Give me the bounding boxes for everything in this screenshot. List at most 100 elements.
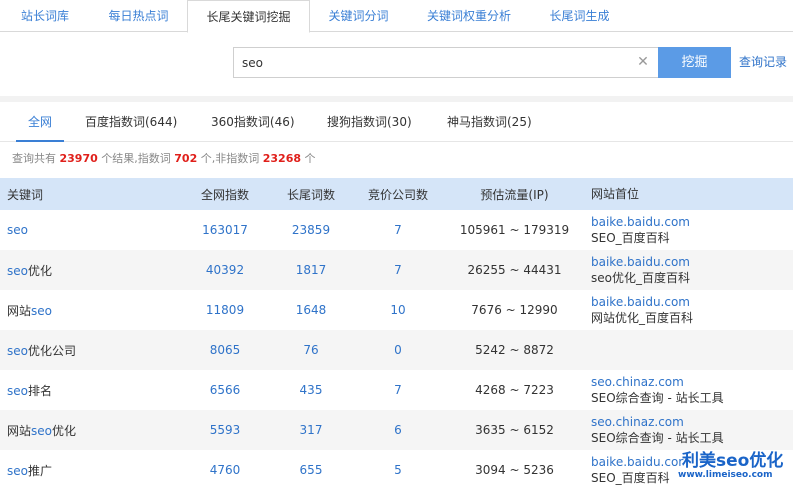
- subtab-shenma-index[interactable]: 神马指数词(25): [447, 102, 532, 142]
- keyword-cell[interactable]: seo: [0, 210, 182, 250]
- bidding-companies[interactable]: 10: [354, 290, 442, 330]
- summary-prefix: 查询共有: [12, 152, 56, 165]
- col-header-index[interactable]: 全网指数: [182, 178, 268, 210]
- table-header-row: 关键词 全网指数 长尾词数 竞价公司数 预估流量(IP) 网站首位: [0, 178, 793, 210]
- keyword-highlight[interactable]: seo: [7, 223, 28, 237]
- tab-longtail-generator[interactable]: 长尾词生成: [531, 0, 628, 32]
- tab-keyword-segmentation[interactable]: 关键词分词: [310, 0, 407, 32]
- table-row: 网站seo 11809 1648 10 7676 ~ 12990 baike.baidu.…: [0, 290, 793, 330]
- top-site-domain[interactable]: baike.baidu.com: [591, 254, 793, 270]
- clear-icon[interactable]: ✕: [636, 54, 650, 70]
- col-header-estimated-traffic[interactable]: 预估流量(IP): [442, 178, 587, 210]
- longtail-count[interactable]: 435: [268, 370, 354, 410]
- index-value[interactable]: 6566: [182, 370, 268, 410]
- bidding-companies[interactable]: 0: [354, 330, 442, 370]
- top-site-cell: seo.chinaz.com SEO综合查询 - 站长工具: [587, 370, 793, 410]
- table-row: seo推广 4760 655 5 3094 ~ 5236 baike.baidu.com S…: [0, 450, 793, 486]
- table-row: seo排名 6566 435 7 4268 ~ 7223 seo.chinaz.com SE…: [0, 370, 793, 410]
- estimated-traffic: 26255 ~ 44431: [442, 250, 587, 290]
- table-row: seo优化公司 8065 76 0 5242 ~ 8872: [0, 330, 793, 370]
- index-value[interactable]: 40392: [182, 250, 268, 290]
- top-site-title: seo优化_百度百科: [591, 271, 690, 285]
- keyword-highlight[interactable]: seo: [7, 464, 28, 478]
- summary-mid1: 个结果,指数词: [101, 152, 171, 165]
- tab-daily-hot-words[interactable]: 每日热点词: [90, 0, 187, 32]
- top-site-domain[interactable]: seo.chinaz.com: [591, 414, 793, 430]
- subtab-sogou-index[interactable]: 搜狗指数词(30): [327, 102, 412, 142]
- table-row: 网站seo优化 5593 317 6 3635 ~ 6152 seo.chinaz.com…: [0, 410, 793, 450]
- subtab-360-index[interactable]: 360指数词(46): [211, 102, 295, 142]
- keyword-cell[interactable]: seo优化公司: [0, 330, 182, 370]
- keyword-cell[interactable]: seo优化: [0, 250, 182, 290]
- top-site-domain[interactable]: baike.baidu.com: [591, 454, 793, 470]
- keyword-table: 关键词 全网指数 长尾词数 竞价公司数 预估流量(IP) 网站首位 seo 163…: [0, 178, 793, 486]
- keyword-suffix: 优化: [27, 263, 52, 278]
- mine-button[interactable]: 挖掘: [658, 47, 731, 78]
- summary-suffix: 个: [304, 152, 316, 165]
- col-header-top-site: 网站首位: [587, 178, 793, 210]
- top-site-title: SEO综合查询 - 站长工具: [591, 391, 724, 405]
- keyword-cell[interactable]: seo排名: [0, 370, 182, 410]
- summary-mid2: 个,非指数词: [200, 152, 260, 165]
- subtab-baidu-index[interactable]: 百度指数词(644): [85, 102, 177, 142]
- top-site-cell: baike.baidu.com SEO_百度百科: [587, 210, 793, 250]
- total-results-count: 23970: [59, 152, 98, 165]
- query-history-link[interactable]: 查询记录: [739, 47, 787, 78]
- keyword-prefix: 网站: [7, 303, 32, 318]
- keyword-suffix: 排名: [27, 383, 52, 398]
- longtail-count[interactable]: 1648: [268, 290, 354, 330]
- keyword-suffix: 优化公司: [27, 343, 76, 358]
- longtail-count[interactable]: 317: [268, 410, 354, 450]
- longtail-count[interactable]: 23859: [268, 210, 354, 250]
- keyword-cell[interactable]: 网站seo优化: [0, 410, 182, 450]
- keyword-prefix: 网站: [7, 423, 32, 438]
- top-site-cell: baike.baidu.com seo优化_百度百科: [587, 250, 793, 290]
- top-site-title: SEO_百度百科: [591, 231, 670, 245]
- tab-longtail-mining[interactable]: 长尾关键词挖掘: [187, 0, 310, 33]
- subtab-all[interactable]: 全网: [16, 102, 65, 142]
- longtail-count[interactable]: 1817: [268, 250, 354, 290]
- estimated-traffic: 3635 ~ 6152: [442, 410, 587, 450]
- top-site-domain[interactable]: baike.baidu.com: [591, 214, 793, 230]
- bidding-companies[interactable]: 7: [354, 250, 442, 290]
- col-header-longtail-count[interactable]: 长尾词数: [268, 178, 354, 210]
- table-row: seo 163017 23859 7 105961 ~ 179319 baike.baid…: [0, 210, 793, 250]
- index-value[interactable]: 4760: [182, 450, 268, 486]
- estimated-traffic: 3094 ~ 5236: [475, 463, 554, 477]
- longtail-count[interactable]: 655: [268, 450, 354, 486]
- keyword-cell[interactable]: 网站seo: [0, 290, 182, 330]
- bidding-companies[interactable]: 5: [354, 450, 442, 486]
- keyword-highlight[interactable]: seo: [7, 264, 28, 278]
- index-value[interactable]: 5593: [182, 410, 268, 450]
- top-site-domain[interactable]: seo.chinaz.com: [591, 374, 793, 390]
- keyword-highlight[interactable]: seo: [31, 304, 52, 318]
- top-site-title: 网站优化_百度百科: [591, 311, 694, 325]
- bidding-companies[interactable]: 6: [354, 410, 442, 450]
- top-site-cell: baike.baidu.com SEO_百度百科: [587, 450, 793, 486]
- top-site-title: SEO_百度百科: [591, 471, 670, 485]
- index-value[interactable]: 8065: [182, 330, 268, 370]
- top-site-domain[interactable]: baike.baidu.com: [591, 294, 793, 310]
- estimated-traffic: 7676 ~ 12990: [471, 303, 558, 317]
- search-input[interactable]: [242, 48, 632, 77]
- bidding-companies[interactable]: 7: [354, 210, 442, 250]
- index-value[interactable]: 11809: [182, 290, 268, 330]
- keyword-highlight[interactable]: seo: [7, 384, 28, 398]
- top-site-cell: seo.chinaz.com SEO综合查询 - 站长工具: [587, 410, 793, 450]
- top-tab-bar: 站长词库 每日热点词 长尾关键词挖掘 关键词分词 关键词权重分析 长尾词生成: [0, 0, 793, 33]
- bidding-companies[interactable]: 7: [354, 370, 442, 410]
- col-header-bidding-companies[interactable]: 竞价公司数: [354, 178, 442, 210]
- estimated-traffic: 4268 ~ 7223: [475, 383, 554, 397]
- keyword-highlight[interactable]: seo: [7, 344, 28, 358]
- table-body: seo 163017 23859 7 105961 ~ 179319 baike.baid…: [0, 210, 793, 486]
- result-summary: 查询共有 23970 个结果,指数词 702 个,非指数词 23268 个: [12, 150, 316, 168]
- longtail-count[interactable]: 76: [268, 330, 354, 370]
- keyword-highlight[interactable]: seo: [31, 424, 52, 438]
- col-header-keyword[interactable]: 关键词: [0, 178, 182, 210]
- tab-keyword-weight-analysis[interactable]: 关键词权重分析: [407, 0, 531, 32]
- keyword-cell[interactable]: seo推广: [0, 450, 182, 486]
- tab-webmaster-lexicon[interactable]: 站长词库: [0, 0, 90, 32]
- search-box: ✕: [233, 47, 659, 78]
- index-value[interactable]: 163017: [182, 210, 268, 250]
- estimated-traffic: 5242 ~ 8872: [442, 330, 587, 370]
